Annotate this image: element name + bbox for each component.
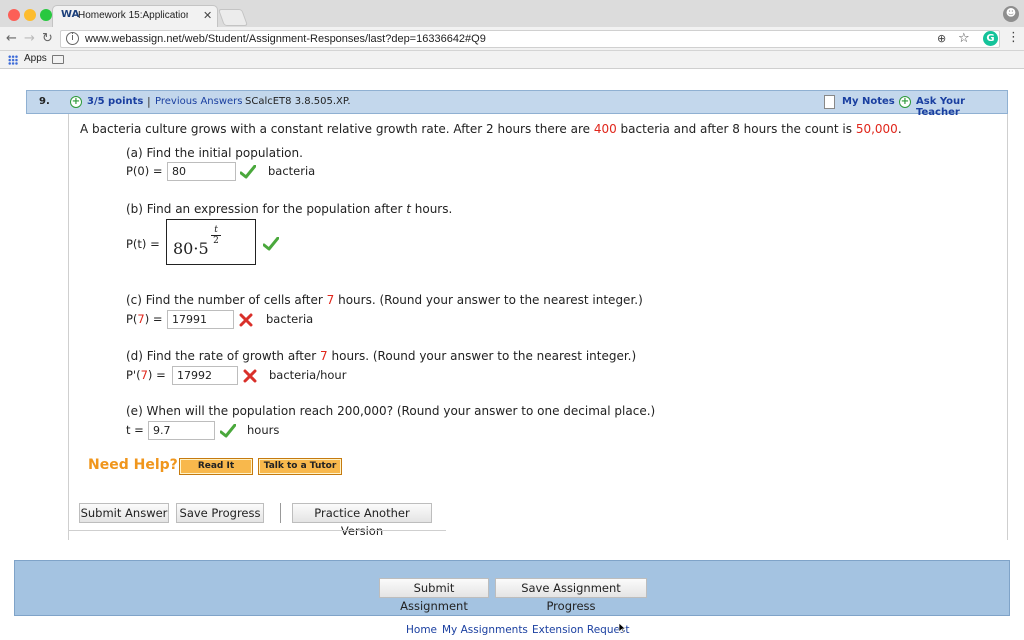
close-tab-icon[interactable]: ✕ [203,9,212,22]
new-tab-button[interactable] [217,9,249,26]
talk-to-tutor-button[interactable]: Talk to a Tutor [258,458,342,475]
read-it-button[interactable]: Read It [179,458,253,475]
forward-arrow-icon[interactable]: → [24,31,35,46]
footer-my-assignments-link[interactable]: My Assignments [442,624,528,636]
part-a-unit: bacteria [268,164,316,178]
bookmark-folder-icon[interactable] [52,55,64,64]
part-b-expression-box[interactable]: 80·5 t 2 [166,219,256,265]
header-separator: | [147,95,151,108]
part-d-answer-input[interactable]: 17992 [172,366,238,385]
part-d-label: P'(7) = [126,368,166,382]
submit-answer-button[interactable]: Submit Answer [79,503,169,523]
part-e-answer-input[interactable]: 9.7 [148,421,215,440]
question-prompt: A bacteria culture grows with a constant… [80,122,902,136]
profile-icon[interactable]: ☻ [1003,6,1019,22]
grammarly-extension-icon[interactable]: G [983,31,998,46]
maximize-window-button[interactable] [40,9,52,21]
footer-home-link[interactable]: Home [406,624,437,636]
part-e-label: t = [126,423,144,437]
part-a-text: (a) Find the initial population. [126,146,303,160]
assignment-action-bar: Submit Assignment Save Assignment Progre… [14,560,1010,616]
part-e-unit: hours [247,423,280,437]
expression-base: 80·5 [173,239,209,258]
expand-plus-icon[interactable]: + [70,96,82,108]
question-points: 3/5 points [87,96,144,107]
question-header: 9. + 3/5 points | Previous Answers SCalc… [26,90,1008,118]
my-notes-link[interactable]: My Notes [842,96,895,107]
submit-assignment-button[interactable]: Submit Assignment [379,578,489,613]
part-b-text: (b) Find an expression for the populatio… [126,202,453,216]
part-b-label: P(t) = [126,237,160,251]
question-code: SCalcET8 3.8.505.XP. [245,96,351,107]
back-arrow-icon[interactable]: ← [6,31,17,46]
prompt-value-400: 400 [593,122,617,136]
apps-bookmark[interactable]: Apps [24,53,47,64]
incorrect-x-icon [239,313,253,327]
part-c-answer-input[interactable]: 17991 [167,310,234,329]
apps-grid-icon[interactable] [8,55,18,65]
need-help-label: Need Help? [88,457,178,473]
correct-check-icon [240,165,256,179]
question-number: 9. [39,96,50,107]
browser-tab[interactable]: WA Homework 15:Applications/Ex ✕ [52,5,218,27]
browser-menu-icon[interactable]: ⋮ [1007,30,1020,45]
tab-title: Homework 15:Applications/Ex [78,10,188,21]
practice-another-version-button[interactable]: Practice Another Version [292,503,432,538]
save-assignment-progress-button[interactable]: Save Assignment Progress [495,578,647,613]
bookmark-star-icon[interactable]: ☆ [958,31,970,46]
part-c-unit: bacteria [266,312,314,326]
button-group-underline [68,530,446,531]
prompt-value-50000: 50,000 [855,122,898,136]
ask-teacher-plus-icon[interactable]: + [899,96,911,108]
expression-exponent: t 2 [211,225,221,246]
footer-extension-request-link[interactable]: Extension Request [532,624,630,636]
save-progress-button[interactable]: Save Progress [176,503,264,523]
part-c-text: (c) Find the number of cells after 7 hou… [126,293,643,307]
previous-answers-link[interactable]: Previous Answers [155,96,242,107]
part-c-label: P(7) = [126,312,163,326]
correct-check-icon [263,237,279,251]
part-d-unit: bacteria/hour [269,368,347,382]
address-bar[interactable]: i www.webassign.net/web/Student/Assignme… [60,30,1000,48]
correct-check-icon [220,424,236,438]
part-d-text: (d) Find the rate of growth after 7 hour… [126,349,637,363]
reload-icon[interactable]: ↻ [42,31,53,46]
part-e-text: (e) When will the population reach 200,0… [126,404,656,418]
mouse-pointer-icon [618,622,626,634]
part-a-answer-input[interactable]: 80 [167,162,236,181]
button-divider [280,503,281,523]
address-url[interactable]: www.webassign.net/web/Student/Assignment… [85,33,486,45]
part-a-label: P(0) = [126,164,163,178]
incorrect-x-icon [243,369,257,383]
bookmarks-bar: Apps [0,51,1024,69]
zoom-icon[interactable]: ⊕ [937,32,946,45]
minimize-window-button[interactable] [24,9,36,21]
notes-icon[interactable] [824,95,835,109]
close-window-button[interactable] [8,9,20,21]
browser-title-bar: WA Homework 15:Applications/Ex ✕ ☻ [0,0,1024,27]
browser-toolbar: ← → ↻ i www.webassign.net/web/Student/As… [0,27,1024,51]
info-icon[interactable]: i [66,32,79,45]
webassign-favicon-icon: WA [61,9,80,20]
